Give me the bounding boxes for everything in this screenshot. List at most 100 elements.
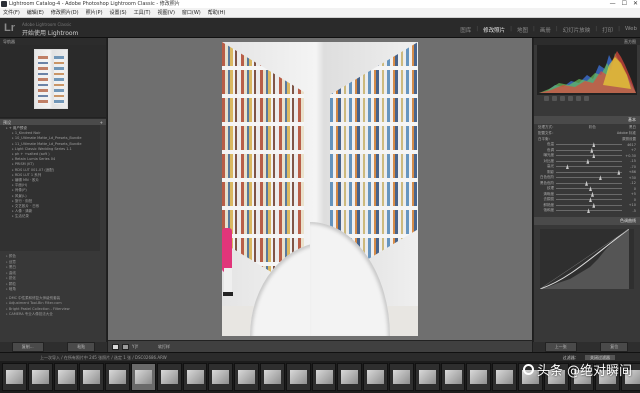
slider-knob[interactable] xyxy=(590,147,594,153)
maximize-button[interactable]: ☐ xyxy=(622,0,627,8)
filmstrip-thumbnail[interactable] xyxy=(53,363,79,391)
slider-value[interactable]: 4617 xyxy=(622,143,636,147)
bottom-preset-item[interactable]: CAMERA 专业人像技法大全 xyxy=(0,312,106,318)
slider-value[interactable]: -15 xyxy=(622,159,636,163)
radial-filter-icon[interactable] xyxy=(576,96,581,101)
module-web[interactable]: Web xyxy=(624,26,638,34)
slider-knob[interactable] xyxy=(589,186,592,192)
slider-knob[interactable] xyxy=(617,169,621,175)
photo-canvas[interactable] xyxy=(108,38,532,340)
module-library[interactable]: 图库 xyxy=(459,26,472,34)
slider-track[interactable] xyxy=(556,186,622,192)
menu-develop[interactable]: 修改照片(D) xyxy=(51,8,79,17)
previous-button[interactable]: 上一张 xyxy=(544,342,577,352)
navigator-thumbnail[interactable] xyxy=(34,49,68,109)
paste-button[interactable]: 粘贴 xyxy=(67,342,96,352)
graduated-filter-icon[interactable] xyxy=(568,96,573,101)
menu-file[interactable]: 文件(F) xyxy=(3,8,20,17)
filmstrip-thumbnail[interactable] xyxy=(311,363,337,391)
slider-track[interactable] xyxy=(556,164,622,170)
menu-tools[interactable]: 工具(T) xyxy=(134,8,151,17)
slider-knob[interactable] xyxy=(585,180,589,186)
soft-proof-label[interactable]: 软打样 xyxy=(158,344,170,350)
slider-knob[interactable] xyxy=(589,197,592,203)
slider-track[interactable] xyxy=(556,142,622,148)
slider-track[interactable] xyxy=(556,175,622,181)
slider-value[interactable]: +10 xyxy=(622,203,636,207)
filmstrip-thumbnail[interactable] xyxy=(27,363,53,391)
slider-value[interactable]: -70 xyxy=(622,165,636,169)
reset-button[interactable]: 复位 xyxy=(600,342,629,352)
module-slideshow[interactable]: 幻灯片放映 xyxy=(562,26,592,34)
slider-value[interactable]: 0 xyxy=(622,198,636,202)
copy-button[interactable]: 复制... xyxy=(11,342,44,352)
slider-track[interactable] xyxy=(556,202,622,208)
filmstrip-thumbnail[interactable] xyxy=(285,363,311,391)
wb-select[interactable]: 原照设置 xyxy=(622,136,636,142)
navigator-preview[interactable] xyxy=(0,45,106,118)
slider-knob[interactable] xyxy=(592,153,596,159)
filmstrip-thumbnail[interactable] xyxy=(363,363,388,391)
filmstrip-thumbnail[interactable] xyxy=(388,363,414,391)
slider-knob[interactable] xyxy=(565,164,569,170)
histogram-header[interactable]: 直方图 xyxy=(534,38,640,45)
filmstrip-thumbnail[interactable] xyxy=(259,363,285,391)
treatment-color[interactable]: 彩色 xyxy=(589,124,596,130)
slider-knob[interactable] xyxy=(590,191,594,197)
filmstrip-thumbnail[interactable] xyxy=(414,363,440,391)
spot-removal-icon[interactable] xyxy=(552,96,557,101)
filmstrip-thumbnail[interactable] xyxy=(2,363,27,391)
tone-curve[interactable] xyxy=(539,228,634,289)
filmstrip-thumbnail[interactable] xyxy=(466,363,492,391)
add-preset-icon[interactable]: + xyxy=(100,119,103,126)
slider-value[interactable]: +86 xyxy=(622,170,636,174)
slider-track[interactable] xyxy=(556,169,622,175)
tone-curve-header[interactable]: 色调曲线 xyxy=(534,216,640,225)
filmstrip-thumbnail[interactable] xyxy=(79,363,105,391)
slider-value[interactable]: 0 xyxy=(622,187,636,191)
slider-knob[interactable] xyxy=(592,142,596,148)
menu-photo[interactable]: 照片(P) xyxy=(86,8,103,17)
slider-track[interactable] xyxy=(556,147,622,153)
module-develop[interactable]: 修改照片 xyxy=(482,26,506,34)
slider-value[interactable]: +7 xyxy=(622,148,636,152)
basic-panel-header[interactable]: 基本 xyxy=(534,116,640,124)
brush-tool-icon[interactable] xyxy=(584,96,589,101)
navigator-header[interactable]: 导航器 xyxy=(0,38,106,45)
menu-help[interactable]: 帮助(H) xyxy=(208,8,226,17)
filmstrip-thumbnail[interactable] xyxy=(234,363,259,391)
slider-track[interactable] xyxy=(556,180,622,186)
slider-knob[interactable] xyxy=(592,202,596,208)
menu-window[interactable]: 窗口(W) xyxy=(182,8,201,17)
slider-value[interactable]: -5 xyxy=(622,209,637,213)
presets-header[interactable]: 预设 + xyxy=(0,118,106,125)
preset-item[interactable]: 生活记录 xyxy=(0,214,100,219)
slider-knob[interactable] xyxy=(598,175,602,181)
slider-value[interactable]: -12 xyxy=(622,181,636,185)
module-map[interactable]: 地图 xyxy=(516,26,529,34)
slider-knob[interactable] xyxy=(587,208,591,214)
slider-track[interactable] xyxy=(556,197,622,203)
filmstrip-thumbnail[interactable] xyxy=(440,363,466,391)
filmstrip-thumbnail[interactable] xyxy=(156,363,182,391)
filmstrip-thumbnail[interactable] xyxy=(130,363,156,391)
menu-settings[interactable]: 设置(S) xyxy=(110,8,127,17)
module-print[interactable]: 打印 xyxy=(601,26,614,34)
menu-view[interactable]: 视图(V) xyxy=(158,8,175,17)
before-after-icon[interactable] xyxy=(122,344,129,350)
slider-knob[interactable] xyxy=(586,158,590,164)
main-photo[interactable] xyxy=(222,42,418,336)
close-button[interactable]: ✕ xyxy=(633,0,638,8)
filmstrip-info[interactable]: 上一次导入 / 在所有照片中 245 张照片 / 选定 1 张 / DSC026… xyxy=(40,355,167,360)
minimize-button[interactable]: — xyxy=(610,0,616,8)
filmstrip-thumbnail[interactable] xyxy=(105,363,130,391)
red-eye-icon[interactable] xyxy=(560,96,565,101)
slider-track[interactable] xyxy=(556,191,622,197)
filmstrip-thumbnail[interactable] xyxy=(492,363,517,391)
slider-value[interactable]: +30 xyxy=(622,176,636,180)
crop-tool-icon[interactable] xyxy=(544,96,549,101)
menu-edit[interactable]: 编辑(E) xyxy=(27,8,44,17)
filmstrip-thumbnail[interactable] xyxy=(182,363,208,391)
slider-track[interactable] xyxy=(556,208,622,214)
slider-value[interactable]: +5 xyxy=(622,192,636,196)
